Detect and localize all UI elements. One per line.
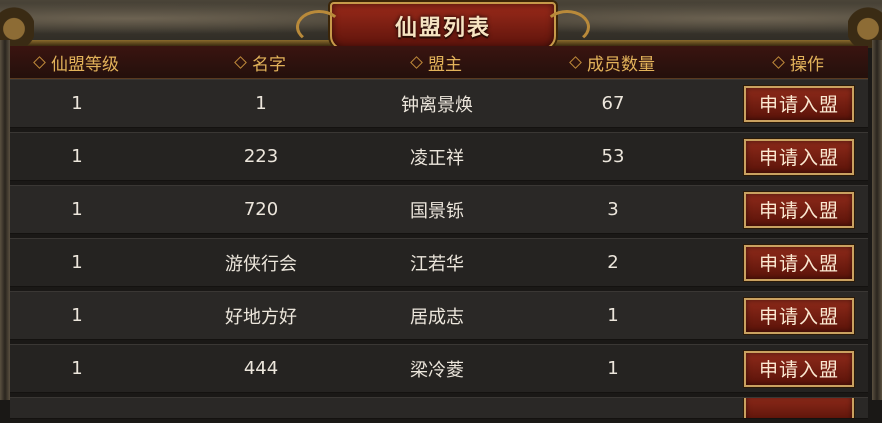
- diamond-icon: [569, 55, 582, 69]
- diamond-icon: [772, 55, 785, 69]
- guild-member-count: 3: [607, 199, 619, 220]
- guild-level: 1: [71, 358, 83, 379]
- header-label: 仙盟等级: [51, 54, 119, 75]
- header-action: 操作: [730, 46, 868, 78]
- guild-name: 1: [255, 93, 267, 114]
- guild-member-count: 1: [607, 305, 619, 326]
- guild-name: 720: [243, 199, 279, 220]
- header-label: 操作: [790, 54, 824, 75]
- diamond-icon: [234, 55, 247, 69]
- apply-join-button[interactable]: 申请入盟: [744, 297, 854, 334]
- guild-level: 1: [71, 146, 83, 167]
- apply-join-button[interactable]: 申请入盟: [744, 85, 854, 122]
- guild-level: 1: [71, 252, 83, 273]
- frame-right-border: [872, 40, 882, 400]
- guild-leader: 钟离景焕: [401, 94, 473, 116]
- header-guild-level: 仙盟等级: [10, 46, 144, 78]
- guild-member-count: [496, 398, 730, 418]
- header-member-count: 成员数量: [496, 46, 730, 78]
- action-cell: 申请入盟: [730, 292, 868, 339]
- table-row: 1 444 梁冷菱 1 申请入盟: [10, 344, 868, 393]
- guild-name: [144, 398, 378, 418]
- guild-member-count: 53: [601, 146, 625, 167]
- guild-name: 好地方好: [225, 306, 297, 328]
- table-row: 1 720 国景铄 3 申请入盟: [10, 185, 868, 234]
- header-label: 名字: [252, 54, 286, 75]
- guild-name: 游侠行会: [225, 253, 297, 275]
- header-label: 盟主: [428, 54, 462, 75]
- guild-level: 1: [71, 93, 83, 114]
- guild-list: 1 1 钟离景焕 67 申请入盟 1 223 凌正祥 53 申请入盟 1 720…: [10, 79, 868, 423]
- header-label: 成员数量: [587, 54, 655, 75]
- panel-title: 仙盟列表: [394, 16, 491, 41]
- header-leader: 盟主: [378, 46, 496, 78]
- apply-join-button[interactable]: 申请入盟: [744, 244, 854, 281]
- guild-level: 1: [71, 305, 83, 326]
- guild-name: 444: [243, 358, 279, 379]
- guild-member-count: 67: [601, 93, 625, 114]
- action-cell: 申请入盟: [730, 239, 868, 286]
- guild-member-count: 1: [607, 358, 619, 379]
- panel-title-plate: 仙盟列表: [296, 2, 590, 50]
- guild-member-count: 2: [607, 252, 619, 273]
- table-row: 1 游侠行会 江若华 2 申请入盟: [10, 238, 868, 287]
- guild-leader: [378, 398, 496, 418]
- table-row: 1 223 凌正祥 53 申请入盟: [10, 132, 868, 181]
- guild-level: 1: [71, 199, 83, 220]
- apply-join-button-partial[interactable]: [744, 398, 854, 418]
- table-row: 1 1 钟离景焕 67 申请入盟: [10, 79, 868, 128]
- table-row: 1 好地方好 居成志 1 申请入盟: [10, 291, 868, 340]
- guild-level: [10, 398, 144, 418]
- diamond-icon: [410, 55, 423, 69]
- apply-join-button[interactable]: 申请入盟: [744, 191, 854, 228]
- guild-leader: 国景铄: [410, 200, 464, 222]
- action-cell: 申请入盟: [730, 345, 868, 392]
- table-row-partial: [10, 397, 868, 419]
- diamond-icon: [33, 55, 46, 69]
- action-cell: 申请入盟: [730, 186, 868, 233]
- guild-leader: 江若华: [410, 253, 464, 275]
- table-header: 仙盟等级 名字 盟主 成员数量 操作: [10, 46, 868, 79]
- guild-leader: 居成志: [410, 306, 464, 328]
- action-cell: 申请入盟: [730, 133, 868, 180]
- apply-join-button[interactable]: 申请入盟: [744, 138, 854, 175]
- guild-leader: 梁冷菱: [410, 359, 464, 381]
- guild-name: 223: [243, 146, 279, 167]
- apply-join-button[interactable]: 申请入盟: [744, 350, 854, 387]
- action-cell: 申请入盟: [730, 80, 868, 127]
- header-name: 名字: [144, 46, 378, 78]
- guild-leader: 凌正祥: [410, 147, 464, 169]
- frame-left-border: [0, 40, 10, 400]
- action-cell: [730, 398, 868, 418]
